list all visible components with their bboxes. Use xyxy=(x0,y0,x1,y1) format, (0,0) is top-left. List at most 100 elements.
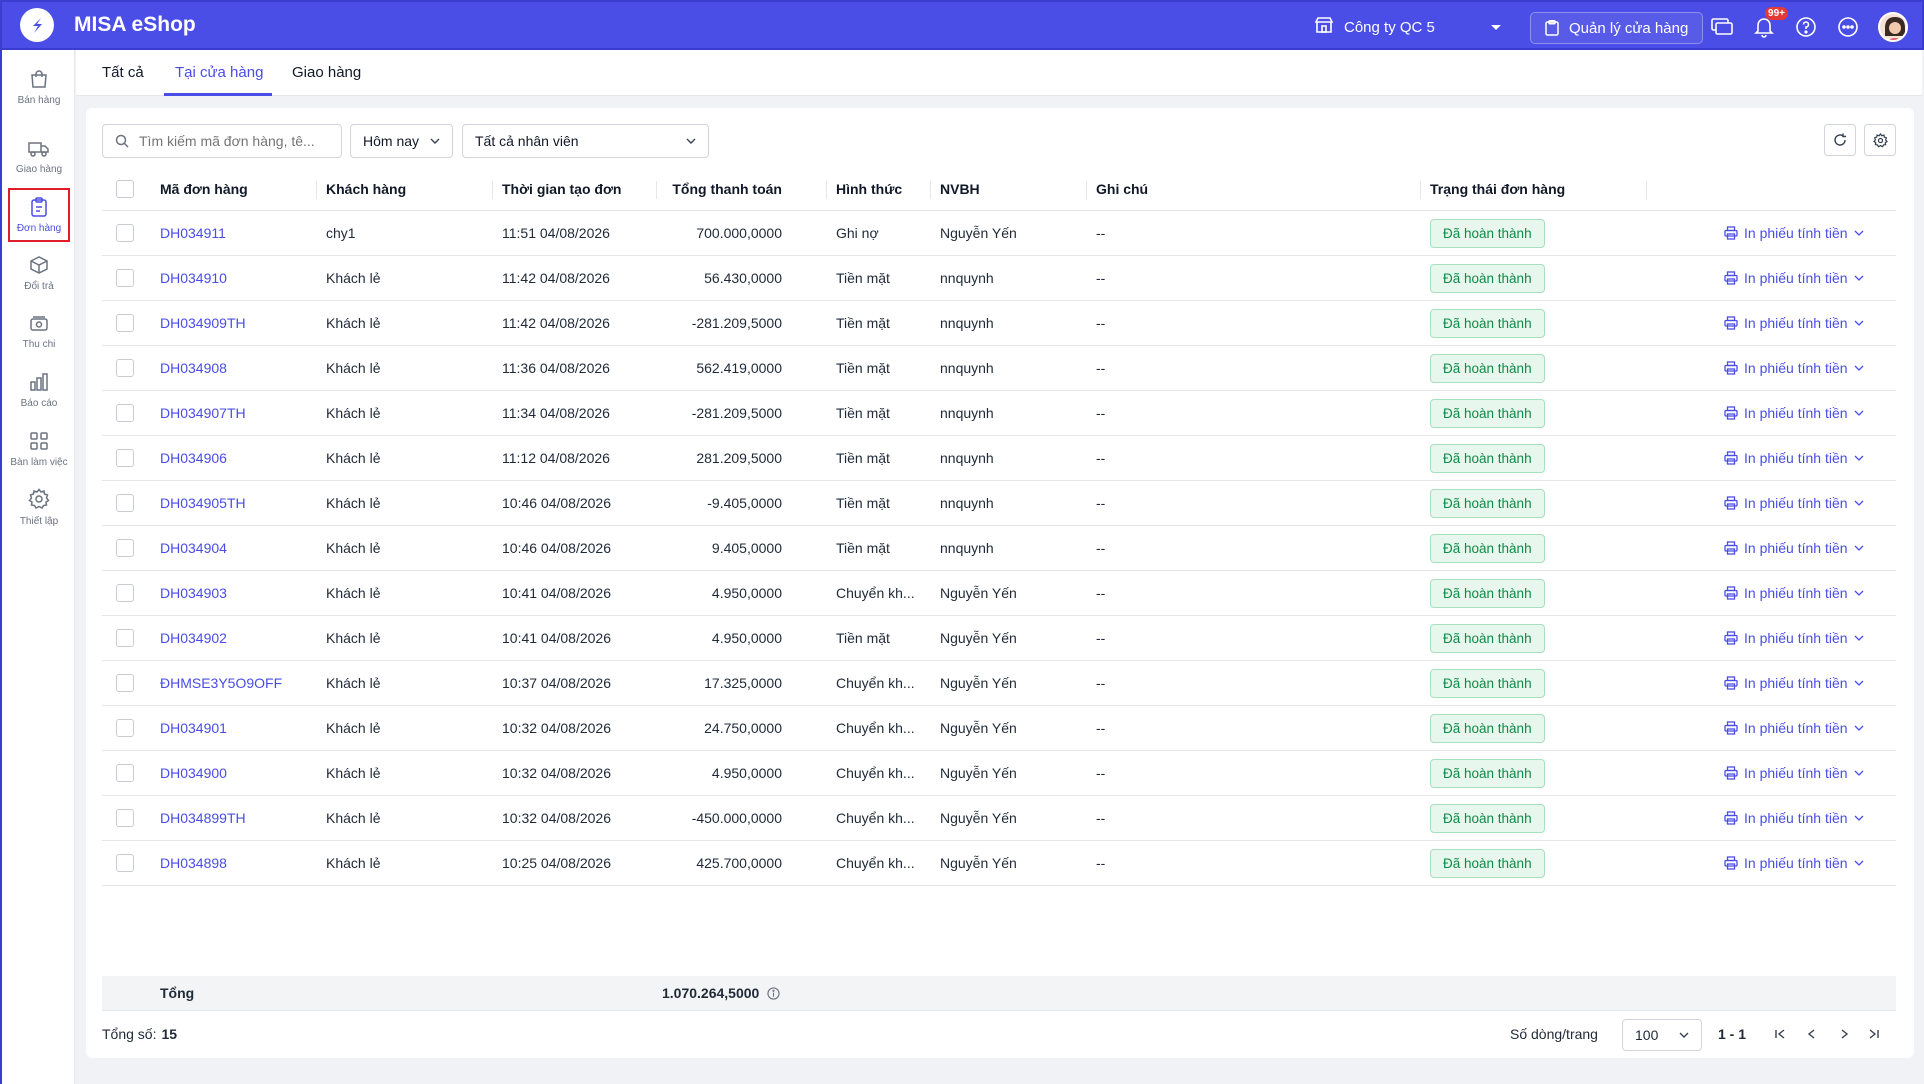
order-code-link[interactable]: DH034907TH xyxy=(160,391,246,435)
more-icon[interactable] xyxy=(1836,15,1860,39)
first-page-icon[interactable] xyxy=(1774,1011,1786,1056)
sidebar-item-orders[interactable]: Đơn hàng xyxy=(8,188,70,242)
row-checkbox[interactable] xyxy=(116,314,134,332)
row-checkbox[interactable] xyxy=(116,764,134,782)
row-checkbox[interactable] xyxy=(116,584,134,602)
sidebar-item-workspace[interactable]: Bàn làm việc xyxy=(8,422,70,476)
print-receipt-button[interactable]: In phiếu tính tiền xyxy=(1724,301,1864,345)
print-receipt-button[interactable]: In phiếu tính tiền xyxy=(1724,346,1864,390)
row-checkbox[interactable] xyxy=(116,494,134,512)
sidebar-item-cashflow[interactable]: Thu chi xyxy=(8,305,70,359)
refresh-button[interactable] xyxy=(1824,124,1856,156)
row-checkbox-cell[interactable] xyxy=(116,661,134,705)
next-page-icon[interactable] xyxy=(1838,1011,1850,1056)
app-logo-icon[interactable] xyxy=(20,8,54,42)
table-row[interactable]: DH034900 Khách lẻ 10:32 04/08/2026 4.950,00… xyxy=(102,751,1896,796)
table-row[interactable]: ĐHMSE3Y5O9OFF Khách lẻ 10:37 04/08/2026 17.… xyxy=(102,661,1896,706)
row-checkbox[interactable] xyxy=(116,404,134,422)
row-checkbox-cell[interactable] xyxy=(116,841,134,885)
print-receipt-button[interactable]: In phiếu tính tiền xyxy=(1724,751,1864,795)
sidebar-item-sales[interactable]: Bán hàng xyxy=(8,60,70,114)
table-row[interactable]: DH034901 Khách lẻ 10:32 04/08/2026 24.750,0… xyxy=(102,706,1896,751)
row-checkbox-cell[interactable] xyxy=(116,211,134,255)
avatar[interactable] xyxy=(1878,12,1908,42)
print-receipt-button[interactable]: In phiếu tính tiền xyxy=(1724,841,1864,885)
row-checkbox[interactable] xyxy=(116,854,134,872)
select-all-checkbox-cell[interactable] xyxy=(116,168,134,210)
table-row[interactable]: DH034910 Khách lẻ 11:42 04/08/2026 56.430,0… xyxy=(102,256,1896,301)
monitor-icon[interactable] xyxy=(1710,15,1734,39)
print-receipt-button[interactable]: In phiếu tính tiền xyxy=(1724,391,1864,435)
print-receipt-button[interactable]: In phiếu tính tiền xyxy=(1724,661,1864,705)
table-row[interactable]: DH034904 Khách lẻ 10:46 04/08/2026 9.405,00… xyxy=(102,526,1896,571)
sidebar-item-settings[interactable]: Thiết lập xyxy=(8,480,70,534)
print-receipt-button[interactable]: In phiếu tính tiền xyxy=(1724,571,1864,615)
print-receipt-button[interactable]: In phiếu tính tiền xyxy=(1724,526,1864,570)
row-checkbox-cell[interactable] xyxy=(116,301,134,345)
print-receipt-button[interactable]: In phiếu tính tiền xyxy=(1724,706,1864,750)
row-checkbox[interactable] xyxy=(116,359,134,377)
print-receipt-button[interactable]: In phiếu tính tiền xyxy=(1724,436,1864,480)
tab-all[interactable]: Tất cả xyxy=(102,64,144,81)
table-row[interactable]: DH034903 Khách lẻ 10:41 04/08/2026 4.950,00… xyxy=(102,571,1896,616)
select-all-checkbox[interactable] xyxy=(116,180,134,198)
print-receipt-button[interactable]: In phiếu tính tiền xyxy=(1724,616,1864,660)
row-checkbox[interactable] xyxy=(116,809,134,827)
print-receipt-button[interactable]: In phiếu tính tiền xyxy=(1724,211,1864,255)
order-code-link[interactable]: DH034904 xyxy=(160,526,227,570)
table-settings-button[interactable] xyxy=(1864,124,1896,156)
row-checkbox-cell[interactable] xyxy=(116,346,134,390)
row-checkbox[interactable] xyxy=(116,539,134,557)
row-checkbox[interactable] xyxy=(116,269,134,287)
order-code-link[interactable]: DH034908 xyxy=(160,346,227,390)
row-checkbox-cell[interactable] xyxy=(116,481,134,525)
order-code-link[interactable]: DH034902 xyxy=(160,616,227,660)
table-row[interactable]: DH034902 Khách lẻ 10:41 04/08/2026 4.950,00… xyxy=(102,616,1896,661)
last-page-icon[interactable] xyxy=(1868,1011,1880,1056)
row-checkbox-cell[interactable] xyxy=(116,706,134,750)
search-box[interactable] xyxy=(102,124,342,158)
row-checkbox-cell[interactable] xyxy=(116,751,134,795)
date-filter-select[interactable]: Hôm nay xyxy=(350,124,453,158)
company-selector[interactable]: Công ty QC 5 xyxy=(1314,12,1502,42)
row-checkbox[interactable] xyxy=(116,629,134,647)
row-checkbox[interactable] xyxy=(116,224,134,242)
table-row[interactable]: DH034898 Khách lẻ 10:25 04/08/2026 425.700,… xyxy=(102,841,1896,886)
print-receipt-button[interactable]: In phiếu tính tiền xyxy=(1724,481,1864,525)
table-row[interactable]: DH034899TH Khách lẻ 10:32 04/08/2026 -450.0… xyxy=(102,796,1896,841)
row-checkbox-cell[interactable] xyxy=(116,796,134,840)
order-code-link[interactable]: DH034898 xyxy=(160,841,227,885)
row-checkbox-cell[interactable] xyxy=(116,391,134,435)
row-checkbox-cell[interactable] xyxy=(116,526,134,570)
order-code-link[interactable]: DH034900 xyxy=(160,751,227,795)
order-code-link[interactable]: ĐHMSE3Y5O9OFF xyxy=(160,661,282,705)
table-row[interactable]: DH034909TH Khách lẻ 11:42 04/08/2026 -281.2… xyxy=(102,301,1896,346)
order-code-link[interactable]: DH034905TH xyxy=(160,481,246,525)
table-row[interactable]: DH034911 chy1 11:51 04/08/2026 700.000,0000… xyxy=(102,211,1896,256)
help-icon[interactable] xyxy=(1794,15,1818,39)
order-code-link[interactable]: DH034901 xyxy=(160,706,227,750)
bell-icon[interactable]: 99+ xyxy=(1752,7,1788,39)
search-input[interactable] xyxy=(139,133,329,149)
tab-in-store[interactable]: Tại cửa hàng xyxy=(175,64,263,81)
rows-per-page-select[interactable]: 100 xyxy=(1622,1019,1702,1051)
table-row[interactable]: DH034907TH Khách lẻ 11:34 04/08/2026 -281.2… xyxy=(102,391,1896,436)
row-checkbox-cell[interactable] xyxy=(116,616,134,660)
table-row[interactable]: DH034905TH Khách lẻ 10:46 04/08/2026 -9.405… xyxy=(102,481,1896,526)
print-receipt-button[interactable]: In phiếu tính tiền xyxy=(1724,796,1864,840)
sidebar-item-reports[interactable]: Báo cáo xyxy=(8,363,70,417)
info-icon[interactable] xyxy=(767,986,780,1000)
row-checkbox-cell[interactable] xyxy=(116,256,134,300)
manage-store-button[interactable]: Quản lý cửa hàng xyxy=(1530,12,1704,44)
order-code-link[interactable]: DH034899TH xyxy=(160,796,246,840)
sidebar-item-delivery[interactable]: Giao hàng xyxy=(8,130,70,184)
staff-filter-select[interactable]: Tất cả nhân viên xyxy=(462,124,709,158)
row-checkbox[interactable] xyxy=(116,674,134,692)
tab-delivery[interactable]: Giao hàng xyxy=(292,64,361,81)
sidebar-item-returns[interactable]: Đổi trả xyxy=(8,246,70,300)
print-receipt-button[interactable]: In phiếu tính tiền xyxy=(1724,256,1864,300)
prev-page-icon[interactable] xyxy=(1806,1011,1818,1056)
order-code-link[interactable]: DH034910 xyxy=(160,256,227,300)
row-checkbox-cell[interactable] xyxy=(116,571,134,615)
row-checkbox-cell[interactable] xyxy=(116,436,134,480)
